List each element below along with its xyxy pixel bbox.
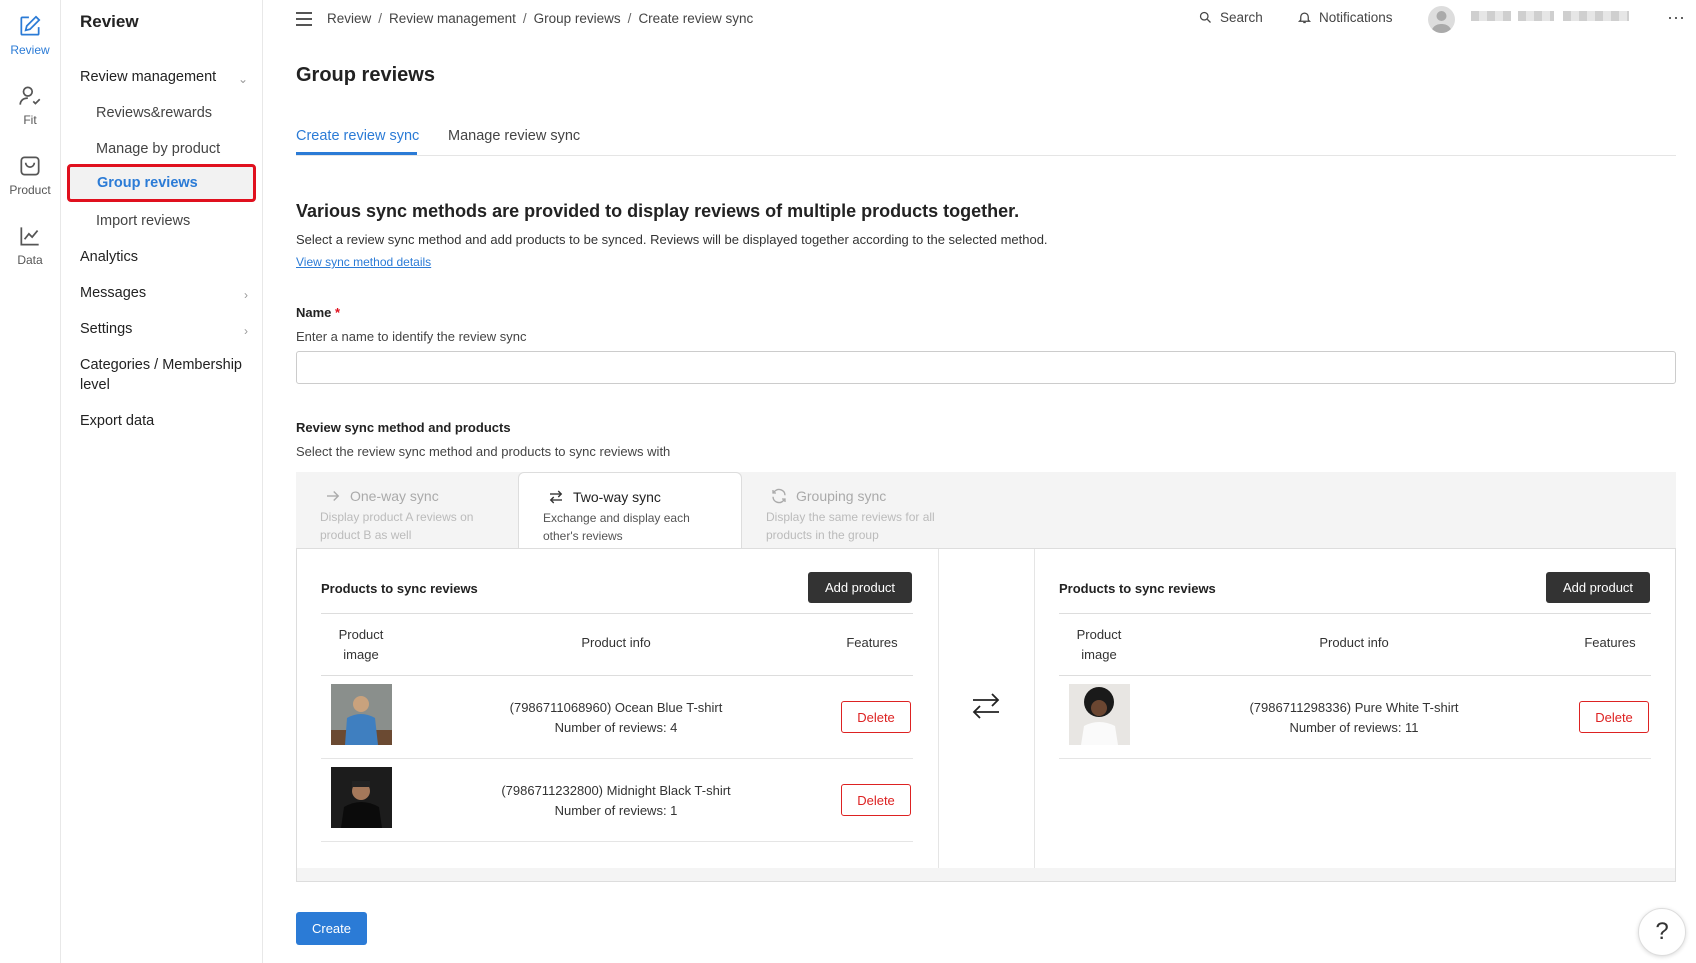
section-heading: Various sync methods are provided to dis… (296, 201, 1020, 221)
sidebar-item-import-reviews[interactable]: Import reviews (96, 211, 251, 231)
sidebar-item-analytics[interactable]: Analytics (80, 247, 250, 267)
breadcrumb-item[interactable]: Review management (389, 11, 516, 26)
notifications-button[interactable]: Notifications (1297, 10, 1393, 25)
view-sync-details-link[interactable]: View sync method details (296, 255, 431, 269)
rail-item-review[interactable]: Review (0, 13, 60, 57)
target-products-column: Products to sync reviews Add product Pro… (1035, 549, 1675, 869)
name-help: Enter a name to identify the review sync (296, 329, 527, 344)
rail-item-data[interactable]: Data (0, 223, 60, 267)
breadcrumb: Review / Review management / Group reviews / C… (327, 11, 754, 26)
name-label: Name * (296, 305, 341, 320)
user-icon (1431, 11, 1452, 33)
sidebar: Review Review management ⌄ Reviews&rewar… (61, 0, 263, 963)
sync-method-tabs: One-way sync Display product A reviews o… (296, 472, 1676, 549)
review-count: Number of reviews: 1 (554, 803, 678, 818)
table-row: (7986711232800) Midnight Black T-shirt N… (321, 759, 913, 842)
product-name: (7986711068960) Ocean Blue T-shirt (509, 700, 723, 715)
sidebar-item-categories[interactable]: Categories / Membership level (80, 355, 250, 395)
products-table: Product image Product info Features (798… (321, 613, 913, 842)
sidebar-item-settings[interactable]: Settings › (80, 319, 250, 339)
bell-icon (1297, 12, 1312, 24)
products-table: Product image Product info Features (798… (1059, 613, 1651, 759)
product-image (1069, 684, 1130, 745)
tab-create-review-sync[interactable]: Create review sync (296, 128, 419, 144)
sync-direction-column (939, 549, 1035, 869)
arrow-right-icon (327, 491, 340, 501)
sync-panel: Products to sync reviews Add product Pro… (296, 548, 1676, 882)
delete-button[interactable]: Delete (841, 701, 911, 733)
chart-icon (20, 227, 39, 246)
table-row: (7986711068960) Ocean Blue T-shirt Numbe… (321, 676, 913, 759)
top-bar: Review / Review management / Group reviews / C… (263, 0, 1696, 40)
active-tab-indicator (296, 152, 417, 155)
redacted-account-name (1518, 11, 1554, 21)
breadcrumb-item[interactable]: Group reviews (534, 11, 621, 26)
person-check-icon (19, 86, 41, 105)
table-row: (7986711298336) Pure White T-shirt Numbe… (1059, 676, 1651, 759)
name-input[interactable] (296, 351, 1676, 384)
product-image (331, 684, 392, 745)
bag-icon (20, 156, 40, 176)
add-product-button[interactable]: Add product (808, 572, 912, 603)
help-button[interactable]: ? (1638, 908, 1686, 956)
section-description: Select a review sync method and add prod… (296, 232, 1048, 247)
method-one-way-sync[interactable]: One-way sync Display product A reviews o… (296, 472, 520, 548)
sidebar-item-group-reviews[interactable]: Group reviews (67, 164, 256, 202)
chevron-down-icon: ⌄ (237, 72, 248, 86)
page-title: Group reviews (296, 64, 435, 86)
rail-item-product[interactable]: Product (0, 153, 60, 197)
swap-icon (549, 490, 563, 504)
method-help: Select the review sync method and produc… (296, 444, 671, 459)
required-marker: * (335, 305, 341, 320)
chevron-right-icon: › (244, 324, 248, 338)
table-header: Product image Product info Features (321, 613, 913, 676)
sidebar-item-review-management[interactable]: Review management ⌄ (80, 67, 250, 87)
table-header: Product image Product info Features (1059, 613, 1651, 676)
chevron-right-icon: › (244, 288, 248, 302)
source-products-column: Products to sync reviews Add product Pro… (297, 549, 939, 869)
column-heading: Products to sync reviews (321, 581, 478, 596)
review-count: Number of reviews: 11 (1289, 720, 1419, 735)
avatar[interactable] (1428, 6, 1455, 33)
sidebar-item-export-data[interactable]: Export data (80, 411, 250, 431)
panel-footer (296, 868, 1676, 882)
delete-button[interactable]: Delete (1579, 701, 1649, 733)
breadcrumb-item: Create review sync (638, 11, 754, 26)
sidebar-item-reviews-rewards[interactable]: Reviews&rewards (96, 103, 251, 123)
search-icon (1199, 11, 1211, 23)
sidebar-item-manage-by-product[interactable]: Manage by product (96, 139, 251, 159)
search-button[interactable]: Search (1198, 10, 1263, 25)
product-name: (7986711298336) Pure White T-shirt (1249, 700, 1459, 715)
icon-rail: Review Fit Product Data (0, 0, 61, 963)
delete-button[interactable]: Delete (841, 784, 911, 816)
redacted-account-name (1471, 11, 1511, 21)
method-label: Review sync method and products (296, 420, 511, 435)
product-name: (7986711232800) Midnight Black T-shirt (501, 783, 731, 798)
refresh-icon (772, 488, 786, 504)
sidebar-title: Review (80, 12, 139, 31)
product-image (331, 767, 392, 828)
method-two-way-sync[interactable]: Two-way sync Exchange and display each o… (518, 472, 742, 549)
add-product-button[interactable]: Add product (1546, 572, 1650, 603)
menu-icon[interactable] (296, 12, 312, 26)
create-button[interactable]: Create (296, 912, 367, 945)
method-grouping-sync[interactable]: Grouping sync Display the same reviews f… (742, 472, 966, 548)
more-icon[interactable]: ⋯ (1667, 8, 1686, 29)
column-heading: Products to sync reviews (1059, 581, 1216, 596)
tab-manage-review-sync[interactable]: Manage review sync (448, 128, 580, 144)
tab-bar: Create review sync Manage review sync (296, 118, 1676, 156)
rail-item-fit[interactable]: Fit (0, 83, 60, 127)
review-count: Number of reviews: 4 (554, 720, 678, 735)
edit-icon (20, 15, 41, 36)
redacted-account-name (1563, 11, 1629, 21)
sidebar-item-messages[interactable]: Messages › (80, 283, 250, 303)
breadcrumb-item[interactable]: Review (327, 11, 371, 26)
two-way-arrows-icon (972, 693, 1000, 719)
